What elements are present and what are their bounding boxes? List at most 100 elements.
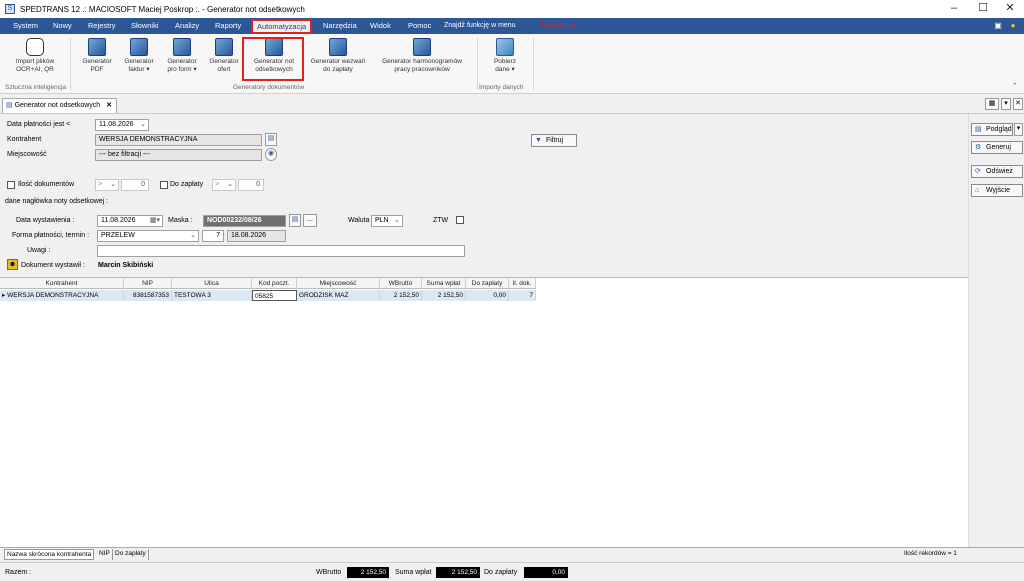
col-header-postal[interactable]: Kod poczt. (252, 278, 297, 289)
refresh-icon: ⟳ (975, 168, 981, 175)
notes-field[interactable] (97, 245, 465, 257)
term-days-field[interactable]: 7 (202, 230, 224, 242)
payment-method-select[interactable]: PRZELEW ⌄ (97, 230, 199, 242)
generator-offers-button[interactable]: Generator ofert (204, 36, 244, 74)
col-header-contractor[interactable]: Kontrahent (0, 278, 124, 289)
chevron-down-icon: ⌄ (227, 181, 233, 188)
chevron-down-icon: ⌄ (394, 217, 400, 224)
menu-dictionaries[interactable]: Słowniki (127, 18, 163, 34)
menu-reports[interactable]: Raporty (211, 18, 245, 34)
group-imports-label: Importy danych (479, 84, 524, 91)
ztw-checkbox[interactable] (456, 216, 464, 224)
contractor-field[interactable]: WERSJA DEMONSTRACYJNA (95, 134, 262, 146)
mask-settings-icon[interactable]: ▤ (289, 214, 301, 227)
generator-pdf-button[interactable]: Generator PDF (76, 36, 118, 74)
close-icon[interactable]: ✕ (996, 1, 1024, 16)
doc-count-value[interactable]: 0 (121, 179, 149, 191)
currency-select[interactable]: PLN ⌄ (371, 215, 403, 227)
gear-doc-icon (215, 38, 233, 56)
paid-total-label: Suma wpłat (395, 569, 432, 576)
chevron-down-icon: ⌄ (190, 232, 196, 239)
minimize-icon[interactable]: – (940, 1, 968, 16)
selected-highlight (242, 37, 304, 81)
issue-date-field[interactable]: 11.08.2026 ▦▾ (97, 215, 163, 227)
generator-invoices-button[interactable]: Generator faktur ▾ (118, 36, 160, 74)
sort-tab-topay[interactable]: Do zapłaty (113, 549, 149, 560)
preview-button[interactable]: ▤ Podgląd (971, 123, 1013, 136)
menu-help[interactable]: Pomoc (404, 18, 435, 34)
generate-button[interactable]: ⚙ Generuj (971, 141, 1023, 154)
to-pay-operator[interactable]: > ⌄ (212, 179, 236, 191)
doc-count-label: Ilość dokumentów (18, 181, 75, 188)
mask-field[interactable]: NOD00232/08/26 (203, 215, 286, 227)
issued-by-label: Dokument wystawił : (21, 262, 85, 269)
table-row[interactable]: ▸ WERSJA DEMONSTRACYJNA 8381587353 TESTO… (0, 290, 536, 301)
col-header-city[interactable]: Miejscowość (297, 278, 380, 289)
menu-registers[interactable]: Rejestry (84, 18, 120, 34)
cell-topay: 0,00 (466, 290, 509, 301)
close-tab-icon[interactable]: ✕ (106, 102, 112, 109)
fetch-data-button[interactable]: Pobierz dane ▾ (480, 36, 530, 74)
exit-button[interactable]: ⌂ Wyjście (971, 184, 1023, 197)
cell-postal[interactable]: 05825 (252, 290, 297, 301)
col-header-gross[interactable]: WBrutto (380, 278, 422, 289)
mask-more-button[interactable]: ... (303, 214, 317, 227)
contractor-pick-icon[interactable]: ▤ (265, 133, 277, 146)
tab-generator-interest-notes[interactable]: ▤ Generator not odsetkowych ✕ (2, 98, 118, 113)
row-pointer-icon: ▸ (2, 292, 6, 299)
col-header-street[interactable]: Ulica (172, 278, 252, 289)
menu-new[interactable]: Nowy (49, 18, 76, 34)
generator-schedules-button[interactable]: Generator harmonogramów pracy pracownikó… (372, 36, 472, 74)
due-date-field[interactable]: 11.08.2026 ⌄ (95, 119, 149, 131)
topay-total-label: Do zapłaty (484, 569, 518, 576)
menu-red-hint[interactable]: Rozliczenia (540, 22, 576, 29)
col-header-topay[interactable]: Do zapłaty (466, 278, 509, 289)
generate-icon: ⚙ (975, 144, 982, 151)
find-function-search[interactable]: Znajdź funkcję w menu (444, 22, 516, 29)
doc-count-operator[interactable]: > ⌄ (95, 179, 119, 191)
col-header-doc-count[interactable]: Il. dok. (509, 278, 536, 289)
ribbon-separator (70, 38, 71, 90)
globe-icon[interactable]: ◉ (265, 148, 277, 161)
funnel-icon: ▼ (535, 137, 542, 144)
window-layout-icon[interactable]: ▣ (993, 21, 1003, 31)
menu-tools[interactable]: Narzędzia (319, 18, 361, 34)
menu-analyses[interactable]: Analizy (171, 18, 203, 34)
lightbulb-icon[interactable]: ● (1008, 21, 1018, 31)
issued-by-value: Marcin Skibiński (98, 262, 154, 269)
sort-tab-short-name[interactable]: Nazwa skrócona kontrahenta (4, 549, 95, 560)
maximize-icon[interactable]: ☐ (969, 1, 997, 16)
to-pay-checkbox[interactable] (160, 181, 168, 189)
collapse-ribbon-icon[interactable]: ⌃ (1012, 82, 1018, 90)
col-header-paid[interactable]: Suma wpłat (422, 278, 466, 289)
filter-button[interactable]: ▼ Filtruj (531, 134, 577, 147)
sort-tab-nip[interactable]: NIP (97, 549, 113, 560)
col-header-nip[interactable]: NIP (124, 278, 172, 289)
tab-list-icon[interactable]: ▦ (985, 98, 999, 110)
refresh-button[interactable]: ⟳ Odśwież (971, 165, 1023, 178)
import-ocr-button[interactable]: Import plików OCR+AI, QR (8, 36, 62, 74)
city-field[interactable]: --- bez filtracji --- (95, 149, 262, 161)
close-all-tabs-icon[interactable]: ✕ (1013, 98, 1023, 110)
ai-icon (26, 38, 44, 56)
gear-doc-icon (173, 38, 191, 56)
header-section-label: dane nagłówka noty odsetkowej : (5, 198, 109, 205)
record-count: Ilość rekordów = 1 (904, 550, 957, 557)
ztw-label: ZTW (433, 217, 449, 224)
menu-automation[interactable]: Automatyzacja (251, 19, 313, 34)
sort-tabs-bar: Nazwa skrócona kontrahenta NIP Do zapłat… (0, 547, 1024, 560)
doc-count-checkbox[interactable] (7, 181, 15, 189)
calendar-icon[interactable]: ▦▾ (150, 216, 160, 226)
ribbon-separator (477, 38, 478, 90)
gross-total-value: 2 152,50 (347, 567, 389, 578)
menu-system[interactable]: System (9, 18, 42, 34)
generator-proforma-button[interactable]: Generator pro form ▾ (160, 36, 204, 74)
to-pay-value[interactable]: 0 (238, 179, 264, 191)
generator-payment-requests-button[interactable]: Generator wezwań do zapłaty (304, 36, 372, 74)
preview-dropdown-icon[interactable]: ▾ (1014, 123, 1023, 136)
document-icon: ▤ (6, 102, 13, 109)
city-label: Miejscowość (7, 151, 47, 158)
menu-view[interactable]: Widok (366, 18, 395, 34)
totals-bar: Razem : WBrutto 2 152,50 Suma wpłat 2 15… (0, 562, 1024, 581)
tab-dropdown-icon[interactable]: ▾ (1001, 98, 1011, 110)
